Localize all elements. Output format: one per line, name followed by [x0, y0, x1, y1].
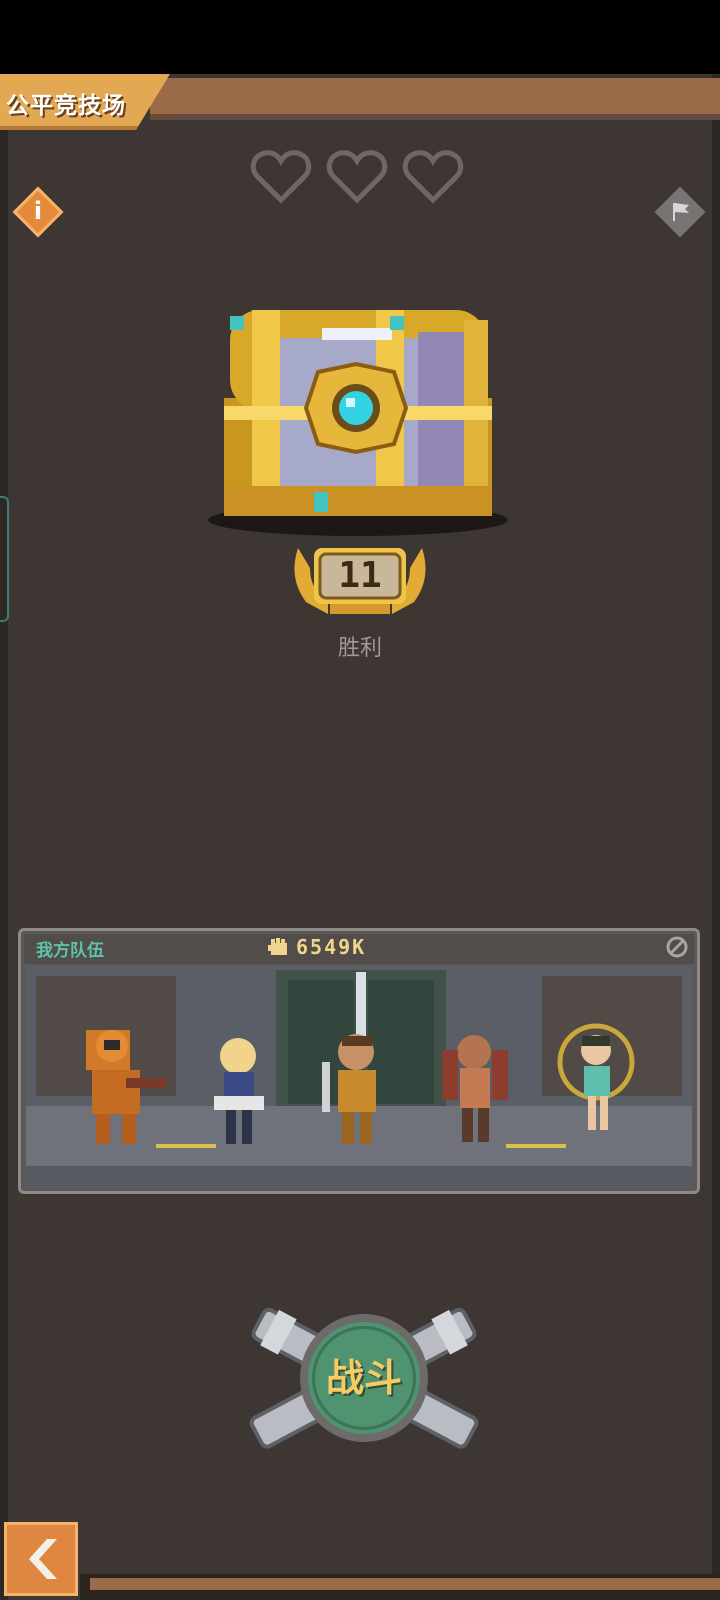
- team-power-value: 6549K: [296, 935, 367, 959]
- wins-count: 11: [338, 555, 382, 596]
- info-button[interactable]: i: [12, 186, 64, 238]
- gear-icon[interactable]: [666, 936, 688, 958]
- side-tab[interactable]: [0, 496, 9, 622]
- chevron-left-icon: [29, 1539, 57, 1579]
- heart-icon-2: [326, 150, 388, 204]
- team-scene: [26, 966, 692, 1188]
- heart-icon-3: [402, 150, 464, 204]
- treasure-chest-icon[interactable]: [206, 310, 510, 540]
- fight-button-label: 战斗: [325, 1356, 402, 1400]
- wins-medal: 11: [288, 538, 432, 622]
- top-bar: 公平竞技场: [0, 74, 720, 134]
- fight-area: 战斗: [236, 1300, 492, 1460]
- page-title: 公平竞技场: [6, 93, 126, 119]
- team-title: 我方队伍: [36, 941, 104, 961]
- back-button[interactable]: [4, 1522, 78, 1596]
- wins-label: 胜利: [337, 636, 382, 661]
- fight-button[interactable]: 战斗: [300, 1314, 428, 1442]
- frame-edge-left: [0, 74, 8, 1600]
- fist-icon: [268, 938, 287, 955]
- team-panel[interactable]: 我方队伍 6549K: [18, 928, 700, 1194]
- top-bar-strip: [150, 78, 720, 120]
- flag-button[interactable]: [654, 186, 706, 238]
- bottom-bar: [80, 1574, 720, 1600]
- lives-hearts: [250, 148, 470, 208]
- info-icon: i: [33, 197, 43, 225]
- status-bar: [0, 0, 720, 74]
- frame-edge-right: [712, 74, 720, 1600]
- top-bar-line: [170, 116, 720, 120]
- flag-icon: [673, 203, 689, 221]
- heart-icon-1: [250, 150, 312, 204]
